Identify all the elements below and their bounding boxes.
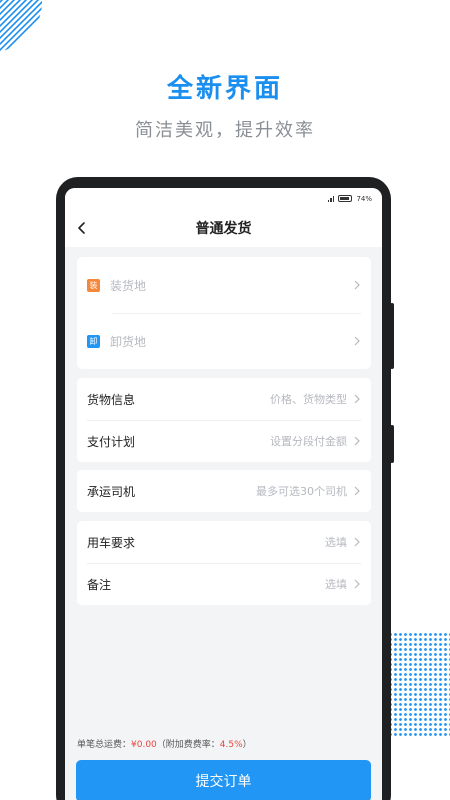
diagonal-stripes-decoration <box>0 0 42 52</box>
promo-page: 全新界面 简洁美观，提升效率 74% 普通发货 装 装货地 卸 卸货地 货物信息… <box>0 0 450 800</box>
chevron-right-icon <box>354 486 360 496</box>
submit-order-button[interactable]: 提交订单 <box>76 760 371 800</box>
cargo-info-label: 货物信息 <box>87 392 136 407</box>
chevron-right-icon <box>354 537 360 547</box>
battery-level: 74% <box>356 194 372 203</box>
chevron-left-icon[interactable] <box>75 220 89 236</box>
phone-screen: 74% 普通发货 装 装货地 卸 卸货地 货物信息 价格、货物类型 支付计划 设… <box>65 188 382 800</box>
divider <box>112 313 361 314</box>
location-card: 装 装货地 卸 卸货地 <box>77 257 371 369</box>
page-title: 普通发货 <box>195 221 252 237</box>
fee-summary: 单笔总运费：¥0.00（附加费费率：4.5%） <box>77 737 252 750</box>
hero-title: 全新界面 <box>166 74 283 104</box>
phone-side-button <box>390 425 394 463</box>
driver-card: 承运司机 最多可选30个司机 <box>77 470 371 512</box>
payment-plan-label: 支付计划 <box>87 434 136 449</box>
rate-value: 4.5% <box>219 740 243 750</box>
status-bar: 74% <box>65 188 382 209</box>
chevron-right-icon <box>354 579 360 589</box>
phone-side-button <box>390 303 394 369</box>
carrier-driver-value: 最多可选30个司机 <box>256 485 347 498</box>
chevron-right-icon <box>354 436 360 446</box>
remarks-label: 备注 <box>87 577 112 592</box>
carrier-driver-label: 承运司机 <box>87 484 136 499</box>
load-location-row[interactable]: 装 装货地 <box>77 264 371 306</box>
extra-card: 用车要求 选填 备注 选填 <box>77 521 371 605</box>
nav-bar: 普通发货 <box>65 209 382 247</box>
remarks-row[interactable]: 备注 选填 <box>77 563 371 605</box>
vehicle-requirement-value: 选填 <box>325 536 347 549</box>
cargo-info-row[interactable]: 货物信息 价格、货物类型 <box>77 378 371 420</box>
cargo-info-value: 价格、货物类型 <box>270 393 347 406</box>
unload-location-placeholder: 卸货地 <box>110 334 147 349</box>
rate-close: ） <box>242 740 252 750</box>
vehicle-requirement-label: 用车要求 <box>87 535 136 550</box>
battery-icon <box>338 195 353 202</box>
rate-label: （附加费费率： <box>156 740 220 750</box>
fee-label: 单笔总运费： <box>77 740 132 750</box>
chevron-right-icon <box>354 336 360 346</box>
load-badge: 装 <box>87 278 100 292</box>
unload-badge: 卸 <box>87 334 100 348</box>
signal-icon <box>327 195 335 202</box>
payment-plan-row[interactable]: 支付计划 设置分段付金额 <box>77 420 371 462</box>
load-location-placeholder: 装货地 <box>110 278 147 293</box>
dot-grid-decoration <box>388 632 450 737</box>
vehicle-requirement-row[interactable]: 用车要求 选填 <box>77 521 371 563</box>
payment-plan-value: 设置分段付金额 <box>270 435 347 448</box>
hero-subtitle: 简洁美观，提升效率 <box>135 120 315 141</box>
fee-amount: ¥0.00 <box>131 740 157 750</box>
remarks-value: 选填 <box>325 578 347 591</box>
unload-location-row[interactable]: 卸 卸货地 <box>77 320 371 362</box>
cargo-card: 货物信息 价格、货物类型 支付计划 设置分段付金额 <box>77 378 371 462</box>
chevron-right-icon <box>354 280 360 290</box>
carrier-driver-row[interactable]: 承运司机 最多可选30个司机 <box>77 470 371 512</box>
chevron-right-icon <box>354 394 360 404</box>
